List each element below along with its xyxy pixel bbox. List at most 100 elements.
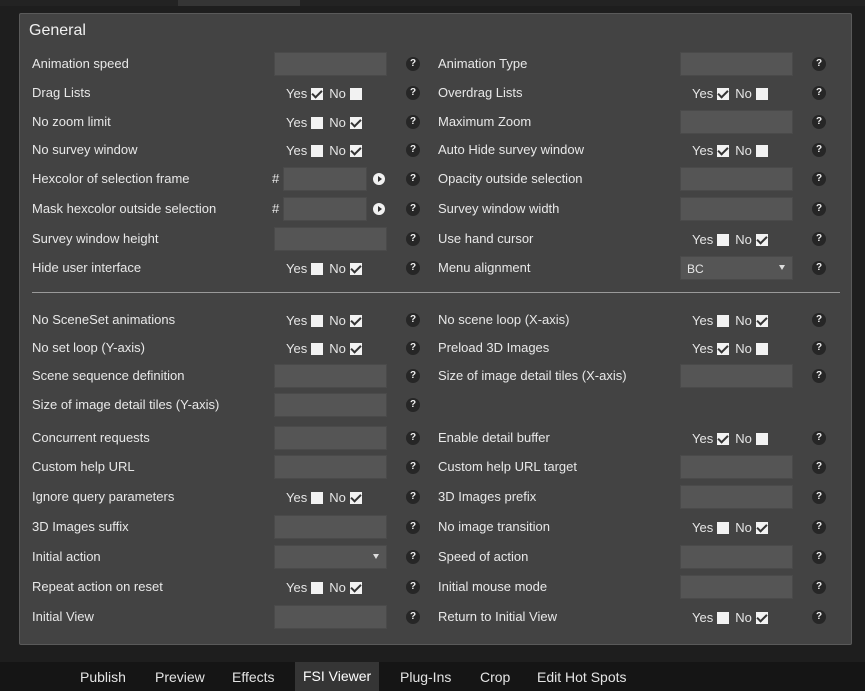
color-picker-arrow-icon[interactable] (373, 173, 385, 185)
help-icon[interactable]: ? (406, 115, 420, 129)
color-picker-arrow-icon[interactable] (373, 203, 385, 215)
yes-checkbox[interactable] (717, 432, 730, 445)
help-icon[interactable]: ? (812, 610, 826, 624)
no-checkbox[interactable] (755, 233, 768, 246)
help-icon[interactable]: ? (406, 398, 420, 412)
help-icon[interactable]: ? (406, 202, 420, 216)
help-icon[interactable]: ? (406, 369, 420, 383)
help-icon[interactable]: ? (812, 57, 826, 71)
concurrent-requests-input[interactable] (274, 426, 387, 450)
help-icon[interactable]: ? (812, 550, 826, 564)
help-icon[interactable]: ? (406, 490, 420, 504)
yes-checkbox[interactable] (717, 342, 730, 355)
help-icon[interactable]: ? (812, 460, 826, 474)
animation-speed-input[interactable] (274, 52, 387, 76)
yes-checkbox[interactable] (717, 144, 730, 157)
tab-edit-hot-spots[interactable]: Edit Hot Spots (537, 669, 627, 685)
tiles-y-input[interactable] (274, 393, 387, 417)
help-icon[interactable]: ? (812, 490, 826, 504)
tab-publish[interactable]: Publish (80, 669, 126, 685)
opacity-outside-input[interactable] (680, 167, 793, 191)
tab-effects[interactable]: Effects (232, 669, 275, 685)
speed-of-action-input[interactable] (680, 545, 793, 569)
no-checkbox[interactable] (349, 491, 362, 504)
tiles-x-input[interactable] (680, 364, 793, 388)
help-icon[interactable]: ? (812, 232, 826, 246)
help-icon[interactable]: ? (406, 610, 420, 624)
help-icon[interactable]: ? (406, 520, 420, 534)
maximum-zoom-input[interactable] (680, 110, 793, 134)
initial-action-select[interactable] (274, 545, 387, 569)
animation-type-input[interactable] (680, 52, 793, 76)
custom-help-url-input[interactable] (274, 455, 387, 479)
yes-checkbox[interactable] (717, 233, 730, 246)
help-icon[interactable]: ? (812, 115, 826, 129)
help-icon[interactable]: ? (406, 172, 420, 186)
no-checkbox[interactable] (755, 87, 768, 100)
help-icon[interactable]: ? (406, 460, 420, 474)
yes-checkbox[interactable] (717, 521, 730, 534)
yes-checkbox[interactable] (311, 314, 324, 327)
no-checkbox[interactable] (349, 581, 362, 594)
help-icon[interactable]: ? (812, 202, 826, 216)
no-checkbox[interactable] (755, 144, 768, 157)
no-checkbox[interactable] (349, 262, 362, 275)
help-icon[interactable]: ? (812, 313, 826, 327)
no-checkbox[interactable] (349, 314, 362, 327)
no-checkbox[interactable] (349, 144, 362, 157)
help-icon[interactable]: ? (406, 341, 420, 355)
no-checkbox[interactable] (755, 314, 768, 327)
help-icon[interactable]: ? (406, 86, 420, 100)
yes-checkbox[interactable] (717, 314, 730, 327)
tab-crop[interactable]: Crop (480, 669, 510, 685)
tab-fsi-viewer[interactable]: FSI Viewer (295, 662, 380, 691)
scene-sequence-input[interactable] (274, 364, 387, 388)
no-checkbox[interactable] (755, 611, 768, 624)
3d-suffix-input[interactable] (274, 515, 387, 539)
help-icon[interactable]: ? (812, 86, 826, 100)
selection-frame-hex-input[interactable] (283, 167, 367, 191)
tab-preview[interactable]: Preview (155, 669, 205, 685)
no-checkbox[interactable] (349, 116, 362, 129)
no-checkbox[interactable] (755, 432, 768, 445)
yes-checkbox[interactable] (311, 581, 324, 594)
no-checkbox[interactable] (755, 342, 768, 355)
yes-checkbox[interactable] (311, 491, 324, 504)
help-icon[interactable]: ? (812, 261, 826, 275)
yes-checkbox[interactable] (311, 144, 324, 157)
menu-alignment-select[interactable]: BC (680, 256, 793, 280)
survey-window-height-input[interactable] (274, 227, 387, 251)
survey-window-width-input[interactable] (680, 197, 793, 221)
help-icon[interactable]: ? (406, 143, 420, 157)
custom-help-target-input[interactable] (680, 455, 793, 479)
help-icon[interactable]: ? (812, 341, 826, 355)
yes-checkbox[interactable] (311, 116, 324, 129)
yes-checkbox[interactable] (311, 262, 324, 275)
auto-hide-survey-yes-no: Yes No (692, 142, 774, 158)
help-icon[interactable]: ? (406, 550, 420, 564)
help-icon[interactable]: ? (812, 369, 826, 383)
help-icon[interactable]: ? (406, 232, 420, 246)
help-icon[interactable]: ? (812, 172, 826, 186)
no-checkbox[interactable] (349, 87, 362, 100)
help-icon[interactable]: ? (406, 261, 420, 275)
help-icon[interactable]: ? (406, 57, 420, 71)
yes-checkbox[interactable] (717, 611, 730, 624)
help-icon[interactable]: ? (406, 431, 420, 445)
help-icon[interactable]: ? (406, 580, 420, 594)
help-icon[interactable]: ? (406, 313, 420, 327)
yes-checkbox[interactable] (717, 87, 730, 100)
yes-checkbox[interactable] (311, 342, 324, 355)
3d-prefix-input[interactable] (680, 485, 793, 509)
no-checkbox[interactable] (755, 521, 768, 534)
mask-hex-input[interactable] (283, 197, 367, 221)
no-checkbox[interactable] (349, 342, 362, 355)
help-icon[interactable]: ? (812, 580, 826, 594)
yes-checkbox[interactable] (311, 87, 324, 100)
tab-plug-ins[interactable]: Plug-Ins (400, 669, 451, 685)
initial-mouse-mode-input[interactable] (680, 575, 793, 599)
help-icon[interactable]: ? (812, 431, 826, 445)
help-icon[interactable]: ? (812, 143, 826, 157)
initial-view-input[interactable] (274, 605, 387, 629)
help-icon[interactable]: ? (812, 520, 826, 534)
